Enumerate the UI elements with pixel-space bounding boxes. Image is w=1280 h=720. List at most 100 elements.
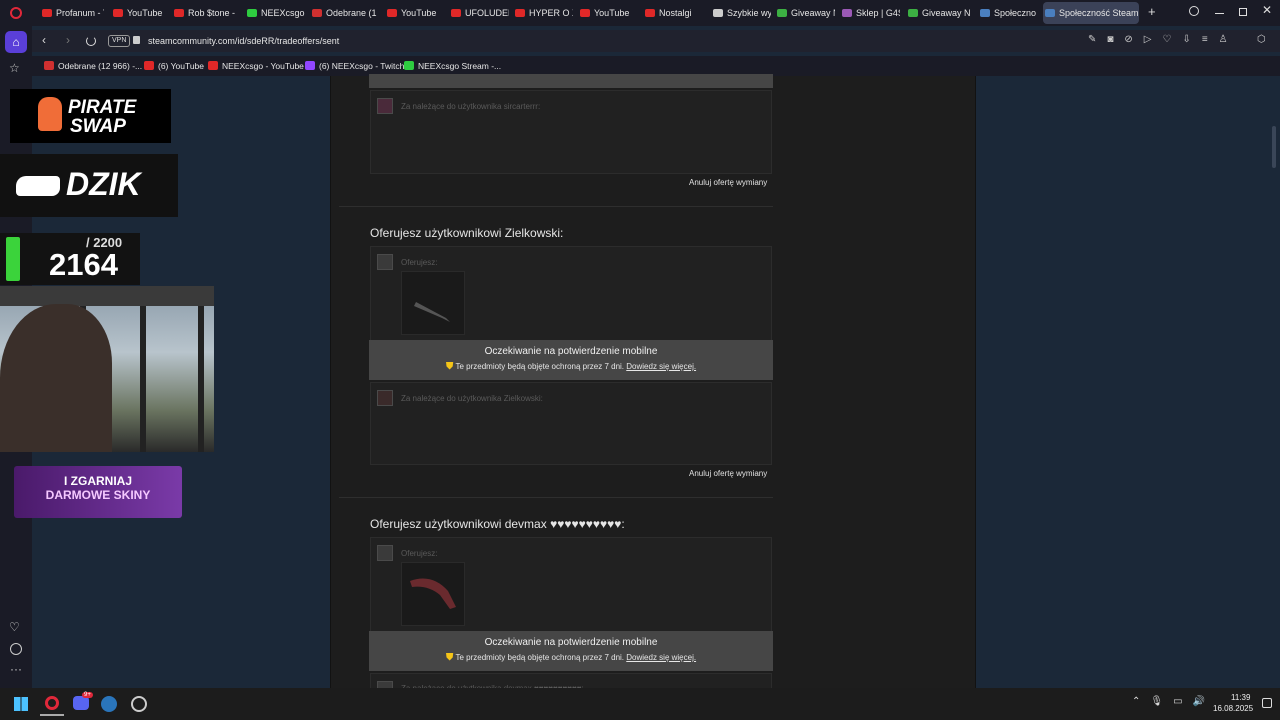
minimize-icon[interactable] [1215,13,1224,14]
app-icon[interactable] [131,696,147,712]
counter-value: 2164 [49,247,118,282]
tab-favicon-icon [387,9,397,17]
tab-favicon-icon [645,9,655,17]
status-banner: Oczekiwanie na potwierdzenie mobilne ⛊ T… [369,340,773,380]
window-frame [198,286,204,452]
top-banner-remnant [369,74,773,88]
tab[interactable]: UFOLUDEK S [449,2,509,24]
close-window-icon[interactable]: ✕ [1262,3,1272,17]
discord-icon[interactable] [73,696,89,710]
window-frame [140,286,146,452]
opera-taskbar-icon[interactable] [40,692,64,716]
bookmark-favicon-icon [208,61,218,70]
learn-more-link[interactable]: Dowiedz się więcej. [626,653,696,662]
shield-icon: ⛊ [445,652,454,663]
pirateswap-logo: PIRATE SWAP [10,89,171,143]
tab-label: YouTube [127,8,163,18]
streamer-silhouette [0,304,112,452]
forward-icon[interactable]: › [66,33,70,47]
avatar [377,254,393,270]
extensions-icon[interactable]: ⬡ [1257,34,1266,45]
promo-banner: I ZGARNIAJ DARMOWE SKINY [14,466,182,518]
brand-line2: SWAP [70,116,126,137]
boar-icon [16,176,60,196]
bookmark-item[interactable]: (6) YouTube [144,56,204,76]
tab[interactable]: Giveaway N [906,2,970,24]
history-icon[interactable] [10,643,22,655]
new-tab-icon[interactable]: + [1148,5,1156,19]
bookmark-favicon-icon [44,61,54,70]
separator [339,206,773,207]
brand-dzik: DZIK [66,166,141,202]
more-icon[interactable]: ··· [10,662,22,676]
tab[interactable]: HYPER O XX [513,2,573,24]
tab[interactable]: Giveaway N [775,2,835,24]
toolbar-icons[interactable]: ✎◙⊘▷♡⇩≡♙ [1088,34,1239,45]
bookmark-label: (6) YouTube [158,61,204,71]
restore-icon[interactable] [1239,8,1247,16]
windows-start-icon[interactable] [14,697,28,711]
tab-bar: Profanum - Y YouTube Rob $tone - NEEXcsgo S… [0,0,1280,26]
tab[interactable]: Profanum - Y [40,2,104,24]
tab-favicon-icon [451,9,461,17]
tab-favicon-icon [515,9,525,17]
star-icon[interactable]: ☆ [9,61,20,75]
vpn-badge[interactable]: VPN [108,35,131,47]
back-icon[interactable]: ‹ [42,33,46,47]
tab-label: Szybkie wyb [727,8,771,18]
tab[interactable]: Rob $tone - [172,2,238,24]
opera-logo-icon[interactable] [10,7,22,19]
bookmark-item[interactable]: NEEXcsgo - YouTube [208,56,304,76]
heart-icon[interactable]: ♡ [9,620,20,634]
item-karambit-slot[interactable] [401,562,465,626]
tab-favicon-icon [580,9,590,17]
bookmark-item[interactable]: NEEXcsgo Stream -... [404,56,501,76]
tab-label: NEEXcsgo St [261,8,307,18]
tab-label: UFOLUDEK S [465,8,509,18]
knife-icon [410,578,456,609]
tab[interactable]: YouTube [111,2,171,24]
clock-date[interactable]: 16.08.2025 [1213,704,1253,713]
give-panel: Oferujesz: [370,537,772,633]
tab-label: Społeczność Steam : [1059,8,1139,18]
cancel-offer-link[interactable]: Anuluj ofertę wymiany [689,469,767,478]
promo-line1: I ZGARNIAJ [63,474,132,488]
tab-favicon-icon [312,9,322,17]
tab[interactable]: Szybkie wyb [711,2,771,24]
bookmark-item[interactable]: Odebrane (12 966) -... [44,56,142,76]
learn-more-link[interactable]: Dowiedz się więcej. [626,362,696,371]
item-knife-slot[interactable] [401,271,465,335]
tab[interactable]: Sklep | G4Sk [840,2,900,24]
bookmark-label: Odebrane (12 966) -... [58,61,143,71]
notification-icon[interactable] [1262,698,1272,708]
tab[interactable]: Społeczność Steam : [1043,2,1139,24]
banner-main: Oczekiwanie na potwierdzenie mobilne [484,637,658,648]
reload-icon[interactable] [86,36,96,46]
bookmark-item[interactable]: (6) NEEXcsgo - Twitch [305,56,404,76]
pirate-skull-icon [38,97,62,131]
tab[interactable]: YouTube [578,2,638,24]
tab[interactable]: NEEXcsgo St [245,2,307,24]
tab-label: Społeczność [994,8,1036,18]
tab[interactable]: Odebrane (1 [310,2,378,24]
tab[interactable]: YouTube [385,2,445,24]
receive-panel-top: Za należące do użytkownika sircarterrr: [370,90,772,174]
cancel-offer-link[interactable]: Anuluj ofertę wymiany [689,178,767,187]
bookmark-favicon-icon [305,61,315,70]
tab-label: Rob $tone - [188,8,236,18]
banner-sub: ⛊ Te przedmioty będą objęte ochroną prze… [369,361,773,372]
url-input[interactable]: steamcommunity.com/id/sdeRR/tradeoffers/… [148,30,339,52]
tab[interactable]: Społeczność [978,2,1036,24]
scrollbar-thumb[interactable] [1272,126,1276,168]
tray-icons[interactable]: ⌃🎙▭🔊 [1132,696,1215,707]
tab[interactable]: Nostalgi [643,2,705,24]
status-banner: Oczekiwanie na potwierdzenie mobilne ⛊ T… [369,631,773,671]
steam-icon[interactable] [101,696,117,712]
tab-label: YouTube [594,8,630,18]
receive-label: Za należące do użytkownika Zielkowski: [401,394,543,403]
banner-sub-text: Te przedmioty będą objęte ochroną przez … [455,362,625,371]
search-tabs-icon[interactable] [1189,6,1199,16]
clock-time[interactable]: 11:39 [1231,693,1250,702]
home-icon[interactable]: ⌂ [5,31,27,53]
offer-title: Oferujesz użytkownikowi Zielkowski: [370,226,564,240]
